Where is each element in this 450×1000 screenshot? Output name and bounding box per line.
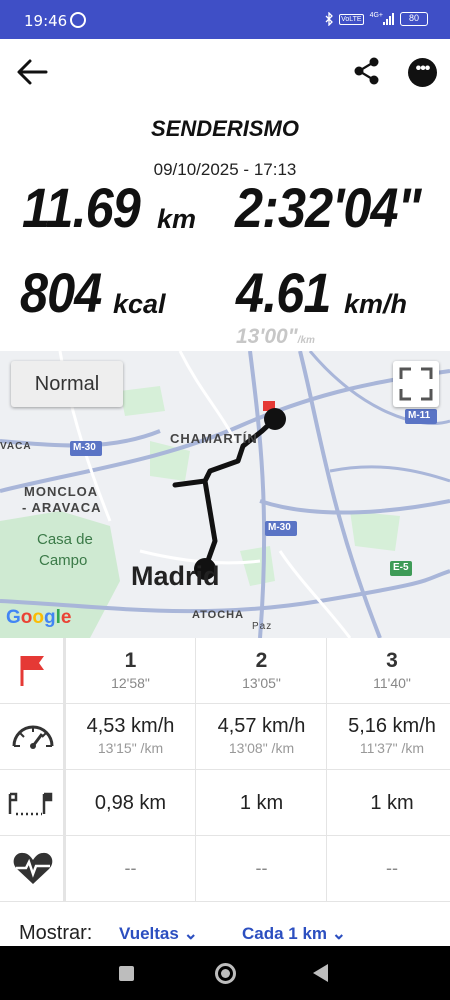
lap-time: 11'40" <box>373 675 411 691</box>
lap-distance: 0,98 km <box>94 792 167 814</box>
route-flags-icon <box>8 792 53 816</box>
status-bar: 19:46 VoLTE 4G+ 80 <box>0 0 450 39</box>
map-label-vaca: VACA <box>0 441 32 452</box>
distance-value: 11.69 <box>22 176 141 239</box>
lap-flag-cell <box>0 638 66 704</box>
flag-icon <box>20 656 44 686</box>
road-e5: E-5 <box>393 562 409 573</box>
distance-cell-2: 1 km <box>197 770 327 836</box>
bluetooth-icon <box>325 12 333 26</box>
pace-stat: 13'00"/km <box>236 325 315 349</box>
map-label-atocha: ATOCHA <box>192 609 245 621</box>
battery-icon: 80 <box>400 12 428 26</box>
road-m30-east: M-30 <box>268 522 291 533</box>
map-type-button[interactable]: Normal <box>11 361 123 407</box>
hr-cell-1: -- <box>66 836 196 902</box>
home-button[interactable] <box>215 963 236 984</box>
laps-dropdown-label: Vueltas <box>119 924 179 943</box>
lap-number: 3 <box>386 649 398 672</box>
pace-value: 13'00" <box>236 325 298 348</box>
road-m11: M-11 <box>408 410 431 421</box>
lap-pace: 13'08" /km <box>228 740 295 756</box>
lap-cell-2[interactable]: 2 13'05" <box>197 638 327 704</box>
calories-value: 804 <box>20 261 102 324</box>
speed-value: 4.61 <box>236 261 331 324</box>
status-time: 19:46 <box>24 12 68 30</box>
recents-button[interactable] <box>119 966 134 981</box>
route-map[interactable]: Normal CHAMARTÍN MONCLOA - ARAVACA Casa … <box>0 351 450 638</box>
back-button[interactable] <box>313 964 328 982</box>
lap-distance: 1 km <box>239 792 284 814</box>
lap-cell-3[interactable]: 3 11'40" <box>327 638 450 704</box>
speed-cell-1: 4,53 km/h 13'15" /km <box>66 704 196 770</box>
heart-rate-icon <box>13 852 53 884</box>
heart-icon-cell <box>0 836 66 902</box>
speed-stat: 4.61 km/h <box>236 260 407 325</box>
map-label-casa: Casa de <box>37 531 93 548</box>
duration-stat: 2:32'04" <box>235 175 441 240</box>
distance-cell-3: 1 km <box>327 770 450 836</box>
show-controls: Mostrar: Vueltas ⌄ Cada 1 km ⌄ <box>0 922 450 948</box>
network-type: 4G+ <box>369 11 383 19</box>
lap-number: 1 <box>124 649 137 672</box>
speed-unit: km/h <box>344 289 408 319</box>
lap-number: 2 <box>255 649 268 672</box>
speed-row: 4,53 km/h 13'15" /km 4,57 km/h 13'08" /km … <box>0 704 450 770</box>
status-icons: VoLTE 4G+ 80 <box>325 12 428 26</box>
map-label-paz: Paz <box>252 621 273 632</box>
lap-time: 12'58" <box>111 675 150 691</box>
heart-rate-row: -- -- -- <box>0 836 450 902</box>
lap-cell-1[interactable]: 1 12'58" <box>66 638 196 704</box>
chevron-down-icon: ⌄ <box>331 924 347 943</box>
lap-heart-rate: -- <box>124 858 137 878</box>
hr-cell-3: -- <box>327 836 450 902</box>
fullscreen-icon <box>399 367 433 401</box>
lap-pace: 11'37" /km <box>359 740 425 756</box>
interval-dropdown-label: Cada 1 km <box>242 924 328 943</box>
lap-speed: 4,53 km/h <box>86 715 175 737</box>
distance-stat: 11.69 km <box>22 175 196 240</box>
pace-unit: /km <box>297 335 315 346</box>
map-label-campo: Campo <box>39 552 88 569</box>
more-options-icon[interactable]: ••• <box>408 58 437 87</box>
lap-pace: 13'15" /km <box>97 740 164 756</box>
calories-unit: kcal <box>113 289 166 319</box>
fullscreen-button[interactable] <box>393 361 439 407</box>
whatsapp-icon <box>70 12 86 28</box>
volte-badge: VoLTE <box>339 13 364 25</box>
road-m30-west: M-30 <box>73 442 96 453</box>
interval-dropdown[interactable]: Cada 1 km ⌄ <box>242 924 346 944</box>
lap-heart-rate: -- <box>386 858 398 878</box>
map-label-moncloa: MONCLOA <box>24 484 99 499</box>
speedometer-icon <box>12 725 54 749</box>
speed-cell-3: 5,16 km/h 11'37" /km <box>327 704 450 770</box>
google-logo: Google <box>6 607 72 628</box>
laps-row: 1 12'58" 2 13'05" 3 11'40" <box>0 638 450 704</box>
distance-row: 0,98 km 1 km 1 km <box>0 770 450 836</box>
distance-cell-1: 0,98 km <box>66 770 196 836</box>
lap-distance: 1 km <box>370 792 414 814</box>
lap-speed: 5,16 km/h <box>348 715 436 737</box>
distance-icon-cell <box>0 770 66 836</box>
distance-unit: km <box>157 204 197 234</box>
share-icon[interactable] <box>352 56 382 86</box>
map-label-chamartin: CHAMARTÍN <box>170 431 258 446</box>
map-label-madrid: Madrid <box>131 561 220 591</box>
system-nav-bar <box>0 946 450 1000</box>
activity-title: SENDERISMO <box>151 116 299 141</box>
show-label: Mostrar: <box>19 922 93 944</box>
signal-icon <box>383 13 394 25</box>
lap-speed: 4,57 km/h <box>217 715 306 737</box>
speed-icon-cell <box>0 704 66 770</box>
lap-heart-rate: -- <box>255 858 268 878</box>
map-label-aravaca: - ARAVACA <box>22 500 102 515</box>
lap-time: 13'05" <box>242 675 281 691</box>
duration-value: 2:32'04" <box>235 176 422 239</box>
calories-stat: 804 kcal <box>20 260 166 325</box>
speed-cell-2: 4,57 km/h 13'08" /km <box>197 704 327 770</box>
hr-cell-2: -- <box>197 836 327 902</box>
back-arrow-icon[interactable] <box>16 58 48 86</box>
chevron-down-icon: ⌄ <box>183 924 198 943</box>
laps-dropdown[interactable]: Vueltas ⌄ <box>119 924 198 944</box>
